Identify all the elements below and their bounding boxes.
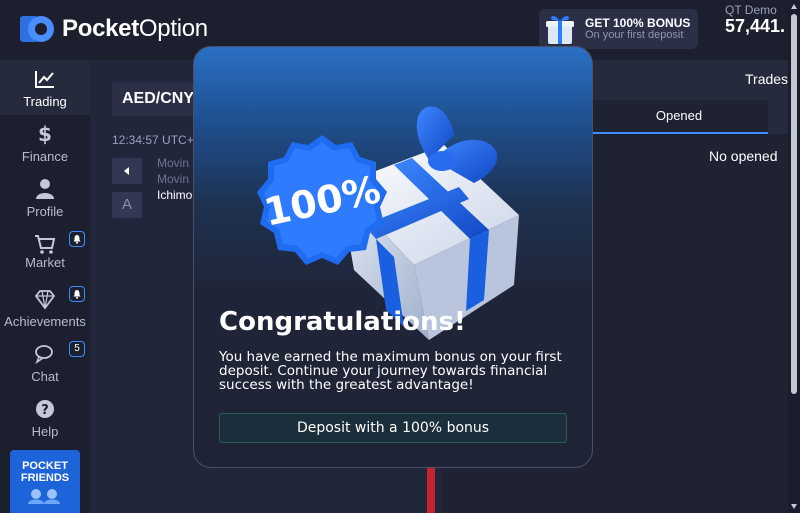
bonus-subtitle: On your first deposit — [585, 29, 684, 41]
sidebar-item-label: Help — [31, 424, 59, 439]
gift-icon — [546, 15, 574, 44]
chat-count-badge: 5 — [69, 341, 85, 357]
sidebar-item-chat[interactable]: 5 Chat — [0, 335, 90, 390]
sidebar-item-finance[interactable]: $ Finance — [0, 115, 90, 170]
server-time: 12:34:57 UTC+ — [112, 133, 194, 147]
indicator-label[interactable]: Movin — [157, 172, 189, 186]
bonus-banner[interactable]: GET 100% BONUS On your first deposit — [539, 9, 698, 49]
sidebar-item-label: Chat — [31, 369, 59, 384]
scroll-down-icon[interactable] — [791, 504, 797, 509]
bonus-modal: 100% Congratulations! You have earned th… — [193, 46, 593, 468]
asset-selector[interactable]: AED/CNY — [112, 82, 202, 116]
indicator-label[interactable]: Ichimo — [157, 188, 192, 202]
friends-illustration-icon — [28, 489, 60, 504]
notification-badge — [69, 286, 85, 302]
account-label: QT Demo — [725, 3, 777, 17]
collapse-button[interactable] — [112, 158, 142, 184]
logo-text: PocketOption — [62, 15, 208, 42]
modal-message: You have earned the maximum bonus on you… — [219, 349, 562, 393]
question-icon: ? — [36, 400, 54, 418]
diamond-icon — [34, 290, 56, 310]
pocket-friends-banner[interactable]: POCKET FRIENDS — [10, 450, 80, 513]
sidebar: Trading $ Finance Profile Market Achieve… — [0, 60, 90, 513]
user-icon — [36, 179, 54, 199]
chart-line-icon — [35, 71, 54, 88]
gift-box-illustration-icon: 100% — [257, 106, 519, 340]
sidebar-item-help[interactable]: ? Help — [0, 390, 90, 445]
tab-closed[interactable] — [768, 100, 788, 134]
chevron-left-icon — [124, 167, 129, 175]
sidebar-item-market[interactable]: Market — [0, 225, 90, 280]
scroll-up-icon[interactable] — [791, 4, 797, 9]
trades-title: Trades — [745, 71, 789, 87]
sidebar-item-label: Profile — [26, 204, 64, 219]
drawing-text-button[interactable]: A — [112, 192, 142, 218]
dollar-icon: $ — [38, 123, 52, 145]
modal-title: Congratulations! — [219, 307, 466, 337]
sidebar-item-trading[interactable]: Trading — [0, 60, 90, 115]
account-selector[interactable]: QT Demo 57,441. — [725, 3, 785, 37]
svg-text:$: $ — [38, 123, 52, 145]
indicator-label[interactable]: Movin — [157, 156, 189, 170]
friends-label: POCKET FRIENDS — [20, 460, 70, 484]
svg-text:?: ? — [41, 403, 49, 418]
sidebar-item-achievements[interactable]: Achievements — [0, 280, 90, 335]
candle-bar — [427, 465, 435, 513]
notification-badge — [69, 231, 85, 247]
page-scrollbar[interactable] — [788, 0, 800, 513]
sidebar-item-label: Trading — [23, 94, 67, 109]
bell-icon — [73, 235, 81, 244]
tab-opened[interactable]: Opened — [590, 100, 768, 134]
sidebar-item-profile[interactable]: Profile — [0, 170, 90, 225]
sidebar-item-label: Achievements — [4, 314, 86, 329]
bell-icon — [73, 290, 81, 299]
pocket-option-logo-icon — [20, 16, 54, 42]
cart-icon — [35, 235, 56, 254]
scrollbar-thumb[interactable] — [791, 14, 797, 394]
deposit-bonus-button[interactable]: Deposit with a 100% bonus — [219, 413, 567, 443]
bonus-title: GET 100% BONUS — [585, 16, 691, 30]
sidebar-item-label: Market — [25, 255, 65, 270]
account-balance: 57,441. — [725, 16, 786, 36]
logo[interactable]: PocketOption — [20, 14, 208, 44]
empty-trades-text: No opened — [709, 148, 778, 164]
chat-icon — [35, 345, 53, 365]
sidebar-item-label: Finance — [21, 149, 69, 164]
